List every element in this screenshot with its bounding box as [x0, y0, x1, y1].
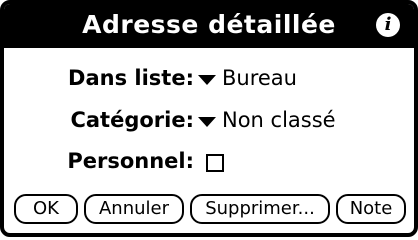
- category-label: Catégorie:: [70, 108, 194, 132]
- info-icon[interactable]: i: [376, 13, 400, 37]
- category-value: Non classé: [222, 108, 336, 132]
- dialog-title: Adresse détaillée: [82, 10, 336, 39]
- address-details-dialog: Adresse détaillée i Dans liste: Bureau C…: [0, 0, 418, 237]
- list-label: Dans liste:: [68, 66, 194, 90]
- list-popup-trigger[interactable]: Bureau: [194, 64, 324, 94]
- note-button[interactable]: Note: [336, 194, 406, 224]
- private-checkbox[interactable]: [206, 154, 224, 172]
- list-value: Bureau: [222, 66, 297, 90]
- cancel-button[interactable]: Annuler: [84, 194, 184, 224]
- private-label: Personnel:: [67, 149, 194, 173]
- dialog-title-bar: Adresse détaillée i: [4, 4, 414, 48]
- triangle-down-icon: [198, 117, 216, 127]
- ok-button[interactable]: OK: [14, 194, 78, 224]
- triangle-down-icon: [198, 75, 216, 85]
- delete-button[interactable]: Supprimer...: [190, 194, 330, 224]
- category-popup-trigger[interactable]: Non classé: [194, 106, 354, 136]
